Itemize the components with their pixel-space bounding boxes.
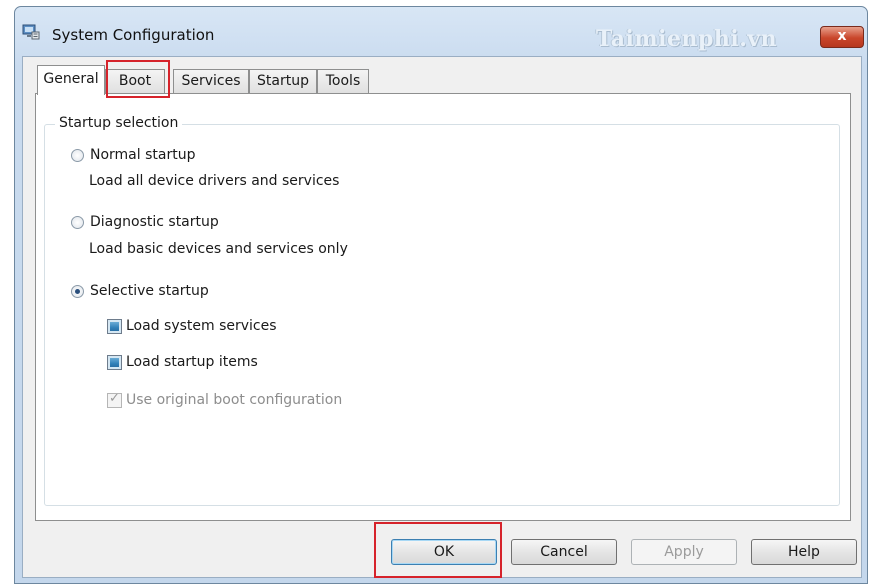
selective-startup-label[interactable]: Selective startup xyxy=(90,283,209,299)
load-system-services-option[interactable]: Load system services xyxy=(107,318,277,334)
diagnostic-startup-radio[interactable] xyxy=(71,215,84,229)
load-system-services-checkbox[interactable] xyxy=(107,318,122,334)
diagnostic-startup-option[interactable]: Diagnostic startup xyxy=(71,214,219,230)
load-startup-items-label[interactable]: Load startup items xyxy=(126,354,258,370)
window-title: System Configuration xyxy=(52,26,215,44)
tab-startup[interactable]: Startup xyxy=(249,69,317,93)
normal-startup-description: Load all device drivers and services xyxy=(89,173,340,189)
boot-tab-highlight xyxy=(106,60,170,98)
tab-general[interactable]: General xyxy=(37,65,105,95)
use-original-boot-config-label: Use original boot configuration xyxy=(126,392,343,408)
normal-startup-radio[interactable] xyxy=(71,148,84,162)
use-original-boot-config-option: ✓ Use original boot configuration xyxy=(107,390,343,408)
help-button[interactable]: Help xyxy=(751,539,857,565)
startup-selection-label: Startup selection xyxy=(55,115,183,131)
cancel-button[interactable]: Cancel xyxy=(511,539,617,565)
close-button[interactable]: x xyxy=(820,26,864,48)
close-icon: x xyxy=(837,28,847,44)
checkmark-icon: ✓ xyxy=(109,390,120,406)
tab-tools[interactable]: Tools xyxy=(317,69,369,93)
dialog-client-area: General Boot Services Startup Tools Star… xyxy=(22,56,862,578)
system-configuration-icon xyxy=(22,24,40,40)
diagnostic-startup-description: Load basic devices and services only xyxy=(89,241,348,257)
normal-startup-option[interactable]: Normal startup xyxy=(71,147,195,163)
use-original-boot-config-checkbox: ✓ xyxy=(107,390,122,408)
normal-startup-label[interactable]: Normal startup xyxy=(90,147,195,163)
watermark-logo: Taimienphi.vn xyxy=(596,26,778,52)
selective-startup-radio[interactable] xyxy=(71,284,84,298)
startup-selection-group: Startup selection Normal startup Load al… xyxy=(44,115,840,506)
load-startup-items-checkbox[interactable] xyxy=(107,354,122,370)
general-tab-panel: Startup selection Normal startup Load al… xyxy=(35,93,851,521)
selective-startup-option[interactable]: Selective startup xyxy=(71,283,209,299)
load-startup-items-option[interactable]: Load startup items xyxy=(107,354,258,370)
ok-button-highlight xyxy=(374,522,502,578)
load-system-services-label[interactable]: Load system services xyxy=(126,318,277,334)
apply-button: Apply xyxy=(631,539,737,565)
tab-services[interactable]: Services xyxy=(173,69,249,93)
diagnostic-startup-label[interactable]: Diagnostic startup xyxy=(90,214,219,230)
